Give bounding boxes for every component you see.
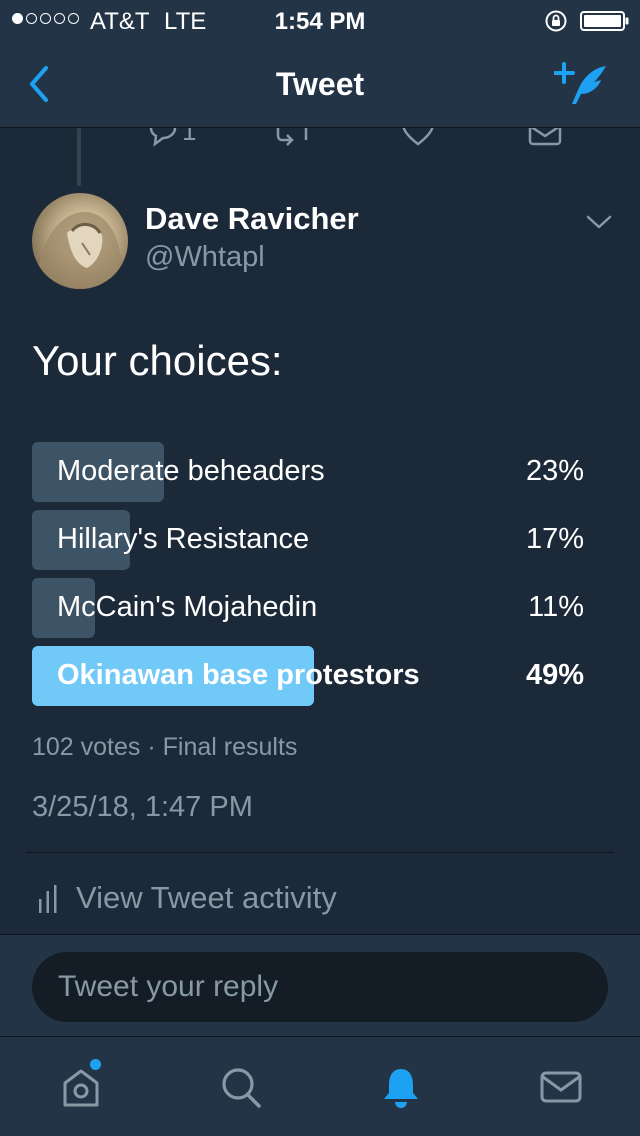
tab-home[interactable] [0, 1037, 160, 1136]
poll-option: McCain's Mojahedin 11% [32, 578, 592, 638]
poll-option: Hillary's Resistance 17% [32, 510, 592, 570]
previous-tweet-actions: 1 [0, 128, 640, 154]
tab-bar [0, 1036, 640, 1136]
tweet-detail-screen: AT&T LTE 1:54 PM Tweet 1 Dave Ravicher @… [0, 0, 640, 1136]
poll-option-percent: 17% [525, 523, 584, 555]
poll-option-label: Okinawan base protestors [57, 659, 420, 691]
view-tweet-activity-label: View Tweet activity [76, 880, 337, 915]
avatar-image [32, 212, 128, 289]
like-heart-icon[interactable] [400, 128, 436, 148]
poll-option-label: Hillary's Resistance [57, 523, 310, 555]
author-display-name[interactable]: Dave Ravicher [145, 201, 359, 237]
poll-summary: 102 votes · Final results [32, 733, 297, 762]
poll-option-label: McCain's Mojahedin [57, 591, 318, 623]
retweet-icon[interactable] [274, 128, 310, 148]
home-icon [63, 1069, 99, 1107]
poll-option-winner: Okinawan base protestors 49% [32, 646, 592, 706]
thread-connector-line [77, 128, 81, 186]
poll-option-percent: 23% [525, 455, 584, 487]
poll-vote-count: 102 votes [32, 733, 141, 761]
poll-status: Final results [162, 733, 298, 761]
tweet-text: Your choices: [32, 337, 283, 384]
poll-separator: · [147, 733, 156, 761]
divider [26, 852, 614, 853]
poll-option-percent: 49% [525, 659, 584, 691]
rotation-lock-icon [545, 10, 567, 32]
reply-icon[interactable] [146, 128, 180, 148]
status-bar: AT&T LTE 1:54 PM [0, 0, 640, 40]
battery-icon [580, 11, 629, 31]
reply-count: 1 [182, 128, 197, 146]
direct-message-icon[interactable] [528, 128, 562, 148]
poll-option: Moderate beheaders 23% [32, 442, 592, 502]
navigation-bar: Tweet [0, 40, 640, 128]
view-tweet-activity-button[interactable]: View Tweet activity [38, 878, 337, 918]
analytics-bars-icon [39, 885, 57, 913]
tab-messages[interactable] [480, 1037, 640, 1136]
messages-icon [540, 1071, 582, 1103]
tweet-options-button[interactable] [584, 210, 614, 234]
home-new-content-dot [90, 1059, 101, 1070]
compose-tweet-icon [553, 62, 606, 104]
notifications-bell-icon [384, 1069, 418, 1108]
reply-bar [0, 934, 640, 1036]
compose-tweet-button[interactable] [553, 60, 614, 110]
poll-option-label: Moderate beheaders [57, 455, 325, 487]
author-handle[interactable]: @Whtapl [145, 241, 265, 274]
page-title: Tweet [275, 66, 365, 102]
tab-notifications[interactable] [320, 1037, 480, 1136]
tab-search[interactable] [160, 1037, 320, 1136]
poll-option-percent: 11% [528, 591, 584, 623]
chevron-down-icon [586, 215, 612, 229]
avatar[interactable] [32, 193, 128, 289]
tweet-timestamp: 3/25/18, 1:47 PM [32, 791, 253, 823]
reply-input[interactable] [32, 952, 608, 1022]
search-icon [222, 1068, 261, 1108]
